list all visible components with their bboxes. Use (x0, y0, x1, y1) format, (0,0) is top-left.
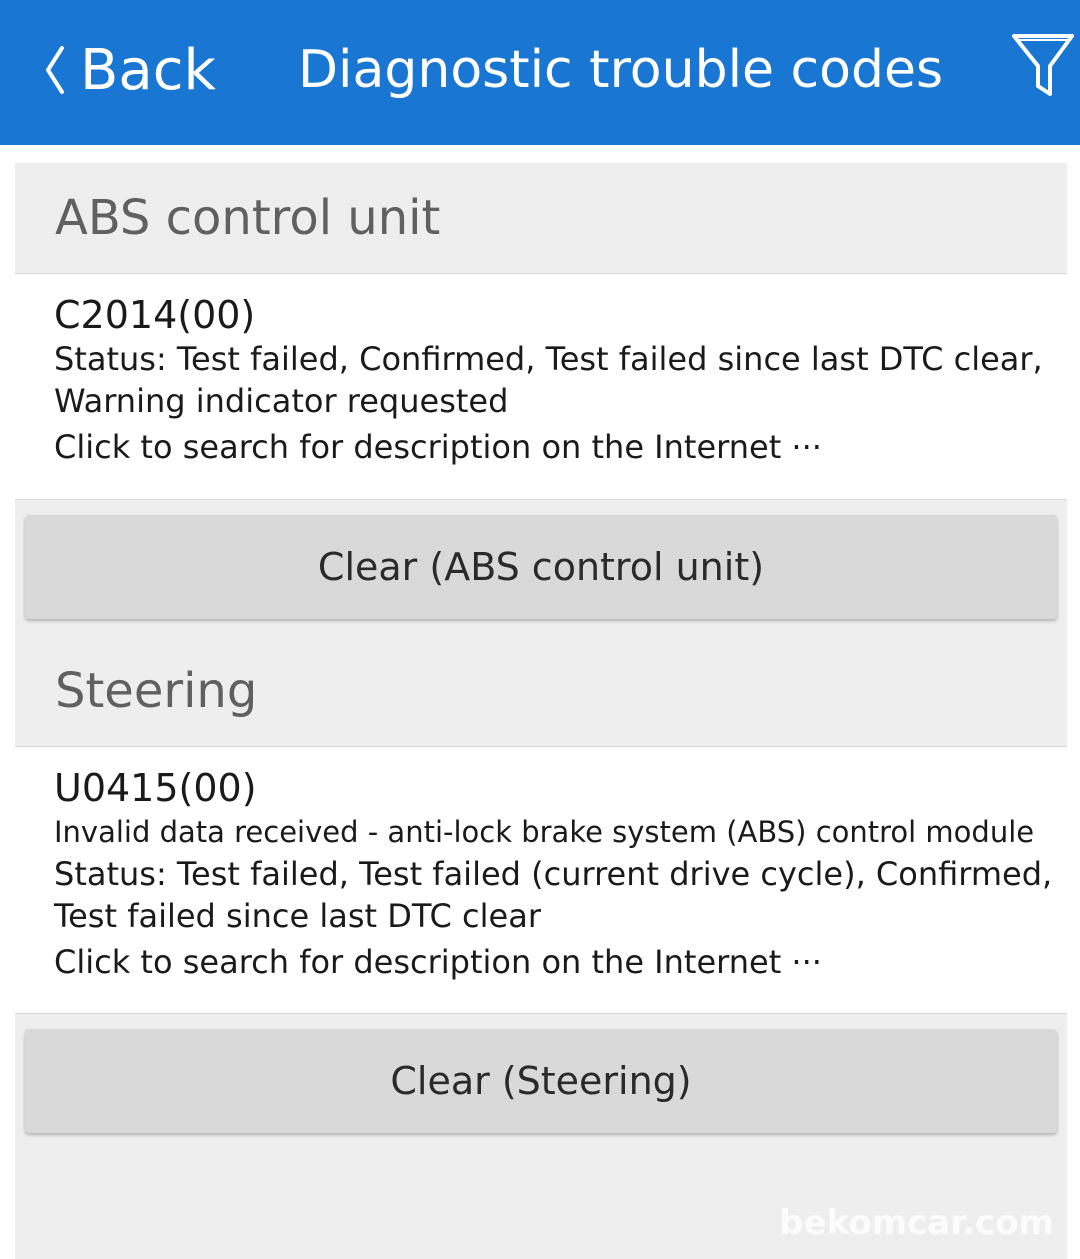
back-button[interactable]: Back (44, 34, 216, 106)
clear-abs-control-unit-button[interactable]: Clear (ABS control unit) (25, 515, 1057, 619)
dtc-item-c2014[interactable]: C2014(00) Status: Test failed, Confirmed… (15, 273, 1067, 500)
dtc-code: U0415(00) (54, 766, 257, 810)
watermark: bekomcar.com (779, 1203, 1054, 1243)
app-window: Back Diagnostic trouble codes ABS contro… (0, 0, 1080, 1259)
dtc-status-line: Status: Test failed, Confirmed, Test fai… (54, 340, 1043, 378)
section-header-steering: Steering (15, 635, 1067, 746)
dtc-list: ABS control unit C2014(00) Status: Test … (15, 163, 1067, 1259)
section-title: Steering (55, 662, 258, 719)
dtc-status-line: Test failed since last DTC clear (54, 897, 541, 935)
section-title: ABS control unit (55, 190, 441, 246)
clear-button-label: Clear (ABS control unit) (317, 545, 765, 589)
back-label: Back (80, 37, 216, 103)
search-description-link[interactable]: Click to search for description on the I… (54, 941, 1067, 983)
clear-button-label: Clear (Steering) (390, 1059, 692, 1103)
chevron-left-icon (44, 45, 66, 95)
filter-icon (1010, 34, 1076, 104)
dtc-status-line: Status: Test failed, Test failed (curren… (54, 855, 1053, 893)
section-header-abs-control-unit: ABS control unit (15, 163, 1067, 273)
dtc-description: Invalid data received - anti-lock brake … (54, 815, 1035, 849)
search-description-link[interactable]: Click to search for description on the I… (54, 426, 1067, 468)
filter-button[interactable] (1010, 30, 1080, 102)
page-title: Diagnostic trouble codes (298, 40, 944, 100)
dtc-code: C2014(00) (54, 293, 256, 337)
dtc-status-line: Warning indicator requested (54, 382, 509, 420)
clear-steering-button[interactable]: Clear (Steering) (25, 1029, 1057, 1133)
app-header: Back Diagnostic trouble codes (0, 0, 1080, 145)
dtc-item-u0415[interactable]: U0415(00) Invalid data received - anti-l… (15, 746, 1067, 1014)
